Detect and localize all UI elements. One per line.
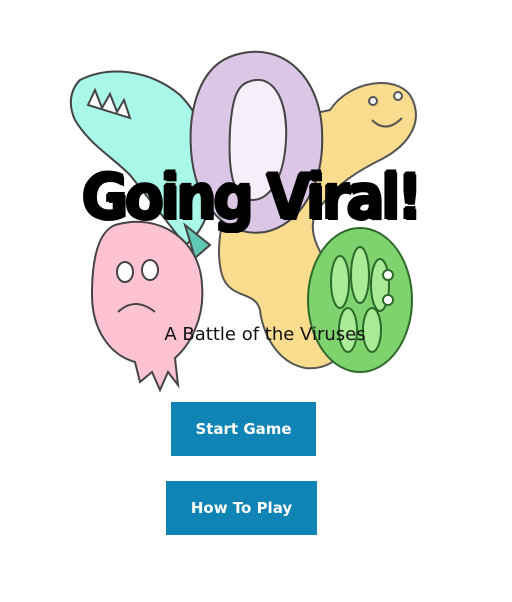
start-game-button[interactable]: Start Game — [171, 402, 316, 456]
game-title: Going Viral! — [81, 160, 422, 233]
pink-crying-virus — [90, 220, 204, 393]
how-to-play-button[interactable]: How To Play — [166, 481, 317, 535]
game-subtitle: A Battle of the Viruses — [164, 324, 366, 345]
green-cell-virus — [307, 227, 413, 373]
